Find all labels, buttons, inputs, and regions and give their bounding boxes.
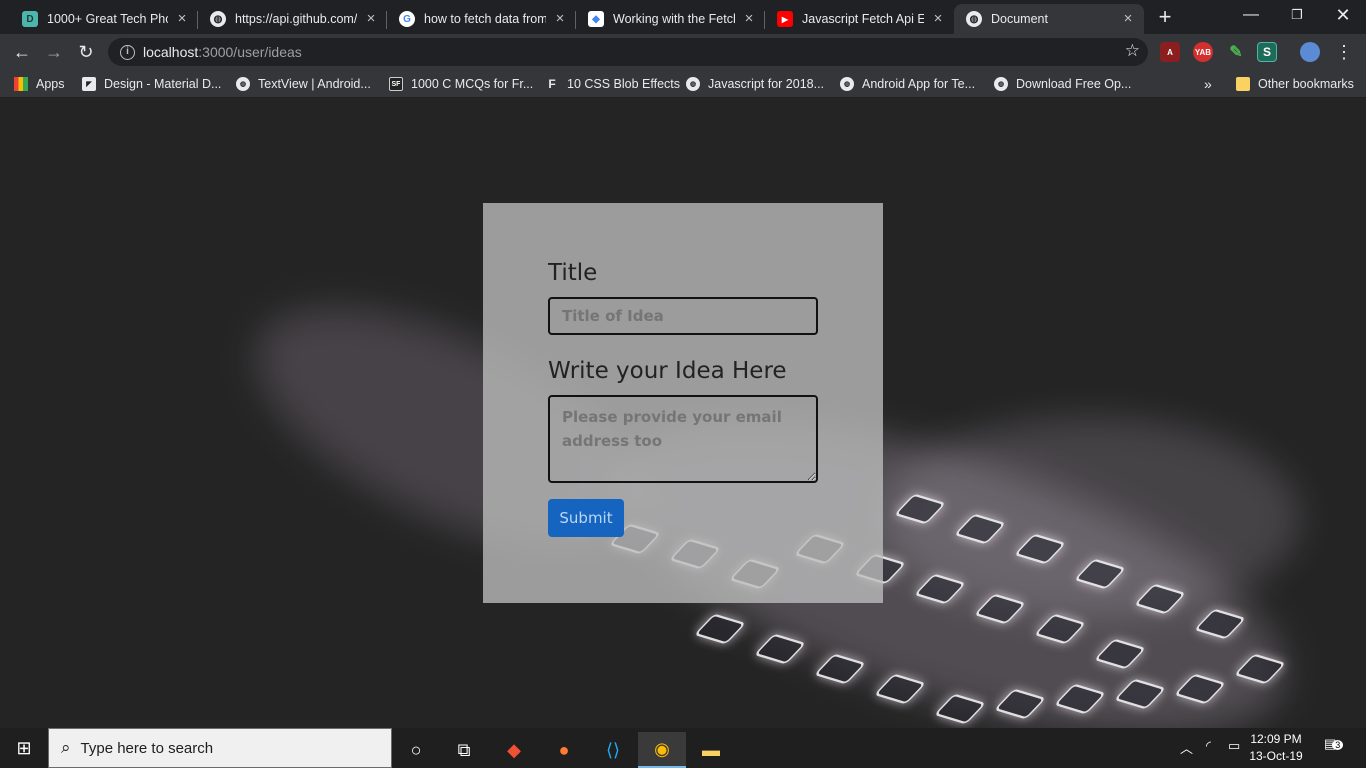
new-tab-button[interactable]: + xyxy=(1154,6,1176,28)
browser-toolbar: ← → ↻ i localhost:3000/user/ideas ☆ A YA… xyxy=(0,34,1366,70)
gitkraken-icon[interactable]: ◆ xyxy=(490,732,538,768)
tab-github-api[interactable]: ◍ https://api.github.com/users × xyxy=(198,4,387,34)
bookmark-javascript-2018[interactable]: ◍ Javascript for 2018... xyxy=(686,75,824,93)
bookmarks-bar: Apps ◤ Design - Material D... ◍ TextView… xyxy=(0,70,1366,98)
tab-title: Javascript Fetch Api Example xyxy=(802,12,924,26)
bookmark-label: Android App for Te... xyxy=(862,77,976,91)
address-bar[interactable]: i localhost:3000/user/ideas ☆ xyxy=(108,38,1148,66)
bookmark-label: Design - Material D... xyxy=(104,77,222,91)
tab-fetch-article[interactable]: ◆ Working with the Fetch × xyxy=(576,4,765,34)
site-info-icon[interactable]: i xyxy=(120,44,135,60)
tab-title: https://api.github.com/users xyxy=(235,12,357,26)
title-input[interactable] xyxy=(548,297,818,335)
postman-icon[interactable]: ● xyxy=(540,732,588,768)
title-label: Title xyxy=(548,260,598,286)
clock-date: 13-Oct-19 xyxy=(1249,749,1303,763)
bookmark-label: Javascript for 2018... xyxy=(708,77,825,91)
bookmark-c-mcqs[interactable]: SF 1000 C MCQs for Fr... xyxy=(389,75,533,93)
tab-google-search[interactable]: G how to fetch data from × xyxy=(387,4,576,34)
system-clock[interactable]: 12:09 PM 13-Oct-19 xyxy=(1236,731,1316,765)
reload-button[interactable]: ↻ xyxy=(74,40,98,64)
windows-taskbar: ⊞ ⌕ Type here to search ○ ⧉ ◆ ● ⟨⟩ ◉ ▬ ︿… xyxy=(0,728,1366,768)
close-tab-icon[interactable]: × xyxy=(363,11,379,27)
bookmark-label: 10 CSS Blob Effects xyxy=(567,77,681,91)
show-hidden-icons-chevron[interactable]: ︿ xyxy=(1180,738,1193,757)
globe-icon: ◍ xyxy=(686,77,700,91)
windows-start-icon[interactable]: ⊞ xyxy=(0,730,48,766)
apps-grid-icon xyxy=(14,77,28,91)
tab-title: Working with the Fetch xyxy=(613,12,735,26)
s-extension-icon[interactable]: S xyxy=(1257,42,1277,62)
clock-time: 12:09 PM xyxy=(1250,732,1302,746)
close-tab-icon[interactable]: × xyxy=(930,11,946,27)
bookmark-label: TextView | Android... xyxy=(258,77,371,91)
notification-center-icon[interactable]: ▤3 xyxy=(1324,736,1344,752)
task-view-icon[interactable]: ⧉ xyxy=(440,732,488,768)
bookmark-label: Download Free Op... xyxy=(1016,77,1132,91)
tab-youtube-fetch[interactable]: ▶ Javascript Fetch Api Example × xyxy=(765,4,954,34)
restore-button[interactable]: ❐ xyxy=(1274,0,1320,30)
bookmark-css-blob[interactable]: F 10 CSS Blob Effects xyxy=(545,75,680,93)
pen-extension-icon[interactable]: ✎ xyxy=(1226,42,1246,62)
close-tab-icon[interactable]: × xyxy=(1120,11,1136,27)
menu-kebab-icon[interactable]: ⋮ xyxy=(1332,40,1356,64)
chrome-icon[interactable]: ◉ xyxy=(638,732,686,768)
f-icon: F xyxy=(548,77,556,91)
globe-icon: ◍ xyxy=(236,77,250,91)
back-button[interactable]: ← xyxy=(10,40,34,64)
pdf-extension-icon[interactable]: A xyxy=(1160,42,1180,62)
tab-title: 1000+ Great Tech Photos xyxy=(47,12,168,26)
idea-form-card: Title Write your Idea Here Submit xyxy=(483,203,883,603)
bookmark-label: Other bookmarks xyxy=(1258,77,1354,91)
notification-count-badge: 3 xyxy=(1332,740,1344,750)
bookmarks-overflow-button[interactable]: » xyxy=(1204,75,1212,93)
vscode-icon[interactable]: ⟨⟩ xyxy=(589,732,637,768)
bookmark-star-icon[interactable]: ☆ xyxy=(1125,41,1140,61)
bookmark-label: Apps xyxy=(36,77,65,91)
globe-icon: ◍ xyxy=(210,11,226,27)
yab-extension-icon[interactable]: YAB xyxy=(1193,42,1213,62)
profile-avatar[interactable] xyxy=(1300,42,1320,62)
tab-tech-photos[interactable]: D 1000+ Great Tech Photos × xyxy=(10,4,198,34)
bookmark-textview[interactable]: ◍ TextView | Android... xyxy=(236,75,371,93)
url-host: localhost xyxy=(143,44,199,60)
dribbble-favicon-icon: D xyxy=(22,11,38,27)
search-icon: ⌕ xyxy=(61,738,71,757)
youtube-icon: ▶ xyxy=(777,11,793,27)
page-viewport: Title Write your Idea Here Submit xyxy=(0,98,1366,728)
material-icon: ◤ xyxy=(82,77,96,91)
folder-icon xyxy=(1236,77,1250,91)
bookmark-label: 1000 C MCQs for Fr... xyxy=(411,77,534,91)
minimize-button[interactable]: — xyxy=(1228,0,1274,30)
close-tab-icon[interactable]: × xyxy=(174,11,190,27)
other-bookmarks[interactable]: Other bookmarks xyxy=(1236,75,1354,93)
bookmark-apps[interactable]: Apps xyxy=(14,75,65,93)
tab-title: how to fetch data from xyxy=(424,12,546,26)
search-placeholder: Type here to search xyxy=(80,739,214,757)
globe-icon: ◍ xyxy=(966,11,982,27)
tab-document[interactable]: ◍ Document × xyxy=(954,4,1144,34)
tab-title: Document xyxy=(991,12,1048,26)
sf-icon: SF xyxy=(389,77,403,91)
file-explorer-icon[interactable]: ▬ xyxy=(687,732,735,768)
globe-icon: ◍ xyxy=(994,77,1008,91)
bookmark-android-app[interactable]: ◍ Android App for Te... xyxy=(840,75,975,93)
tab-strip: D 1000+ Great Tech Photos × ◍ https://ap… xyxy=(0,0,1366,34)
close-tab-icon[interactable]: × xyxy=(552,11,568,27)
url-path: :3000/user/ideas xyxy=(198,44,302,60)
cortana-icon[interactable]: ○ xyxy=(392,732,440,768)
submit-button[interactable]: Submit xyxy=(548,499,624,537)
globe-icon: ◍ xyxy=(840,77,854,91)
forward-button[interactable]: → xyxy=(42,40,66,64)
idea-textarea[interactable] xyxy=(548,395,818,483)
bookmark-download-free[interactable]: ◍ Download Free Op... xyxy=(994,75,1131,93)
bookmark-material-design[interactable]: ◤ Design - Material D... xyxy=(82,75,221,93)
close-tab-icon[interactable]: × xyxy=(741,11,757,27)
idea-label: Write your Idea Here xyxy=(548,358,787,384)
google-icon: G xyxy=(399,11,415,27)
wifi-icon[interactable]: ◜ xyxy=(1206,738,1211,754)
google-developers-icon: ◆ xyxy=(588,11,604,27)
close-window-button[interactable]: ✕ xyxy=(1320,0,1366,30)
taskbar-search-box[interactable]: ⌕ Type here to search xyxy=(48,728,392,768)
